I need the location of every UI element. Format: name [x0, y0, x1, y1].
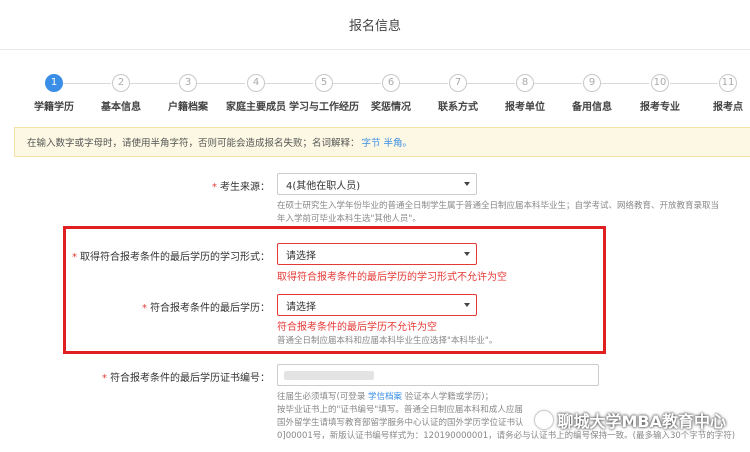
notice-link[interactable]: 字节 半角。 [362, 135, 413, 149]
step-number: 5 [315, 74, 333, 92]
required-mark: * [212, 182, 217, 193]
last-degree-label-text: 符合报考条件的最后学历： [150, 303, 270, 314]
cert-help-text: 往届生必须填写(可登录 [277, 392, 366, 402]
required-mark: * [102, 373, 107, 384]
cert-no-label-text: 符合报考条件的最后学历证书编号： [110, 373, 270, 384]
step-number: 2 [112, 74, 130, 92]
study-form-select[interactable]: 请选择 [277, 243, 477, 265]
last-degree-select[interactable]: 请选择 [277, 294, 477, 316]
cert-no-label: * 符合报考条件的最后学历证书编号： [102, 369, 270, 384]
step-number: 8 [516, 74, 534, 92]
step-number: 9 [583, 74, 601, 92]
wechat-logo-icon [535, 411, 554, 429]
cert-help-text-rest: 验证本人学籍或学历)； [404, 392, 494, 402]
step-11[interactable]: 11 报考点 [688, 74, 750, 113]
step-label: 报考点 [713, 102, 743, 113]
source-help-line2: 年入学前可毕业本科生选"其他人员"。 [277, 214, 421, 224]
step-number: 1 [45, 74, 63, 92]
chevron-down-icon [464, 182, 470, 186]
step-number: 6 [382, 74, 400, 92]
source-select[interactable]: 4(其他在职人员) [277, 173, 477, 195]
source-value: 4(其他在职人员) [286, 180, 361, 192]
study-form-label-text: 取得符合报考条件的最后学历的学习形式： [80, 252, 270, 263]
study-form-value: 请选择 [286, 250, 316, 262]
study-form-error: 取得符合报考条件的最后学历的学习形式不允许为空 [277, 272, 507, 283]
notice-banner: 在输入数字或字母时，请使用半角字符，否则可能会造成报名失败；名词解释： 字节 半… [14, 127, 750, 157]
step-number: 3 [179, 74, 197, 92]
last-degree-help: 普通全日制应届本科和应届本科毕业生应选择"本科毕业"。 [277, 336, 498, 346]
chevron-down-icon [464, 252, 470, 256]
step-number: 10 [651, 74, 669, 92]
watermark: 聊城大学MBA教育中心 [535, 408, 726, 432]
last-degree-value: 请选择 [286, 301, 316, 313]
page-title: 报名信息 [0, 0, 750, 50]
watermark-text: 聊城大学MBA教育中心 [557, 412, 726, 431]
xuexin-link[interactable]: 学信档案 [368, 392, 402, 402]
cert-no-input[interactable] [277, 364, 599, 386]
step-number: 4 [247, 74, 265, 92]
step-number: 11 [719, 74, 737, 92]
source-label: * 考生来源： [212, 178, 270, 193]
last-degree-label: * 符合报考条件的最后学历： [142, 299, 270, 314]
notice-text: 在输入数字或字母时，请使用半角字符，否则可能会造成报名失败；名词解释： [27, 138, 360, 149]
redacted-value [284, 371, 374, 380]
chevron-down-icon [464, 303, 470, 307]
cert-no-help-line1: 往届生必须填写(可登录 学信档案 验证本人学籍或学历)； [277, 391, 747, 404]
step-number: 7 [449, 74, 467, 92]
step-indicator: 1 学籍学历 2 基本信息 3 户籍档案 4 家庭主要成员 5 学习与工作经历 … [0, 74, 750, 114]
source-help: 在硕士研究生入学年份毕业的普通全日制学生属于普通全日制应届本科毕业生；自学考试、… [277, 200, 747, 226]
source-label-text: 考生来源： [220, 182, 270, 193]
required-mark: * [72, 252, 77, 263]
study-form-label: * 取得符合报考条件的最后学历的学习形式： [72, 248, 270, 263]
source-help-line1: 在硕士研究生入学年份毕业的普通全日制学生属于普通全日制应届本科毕业生；自学考试、… [277, 201, 720, 211]
last-degree-error: 符合报考条件的最后学历不允许为空 [277, 322, 437, 333]
required-mark: * [142, 303, 147, 314]
